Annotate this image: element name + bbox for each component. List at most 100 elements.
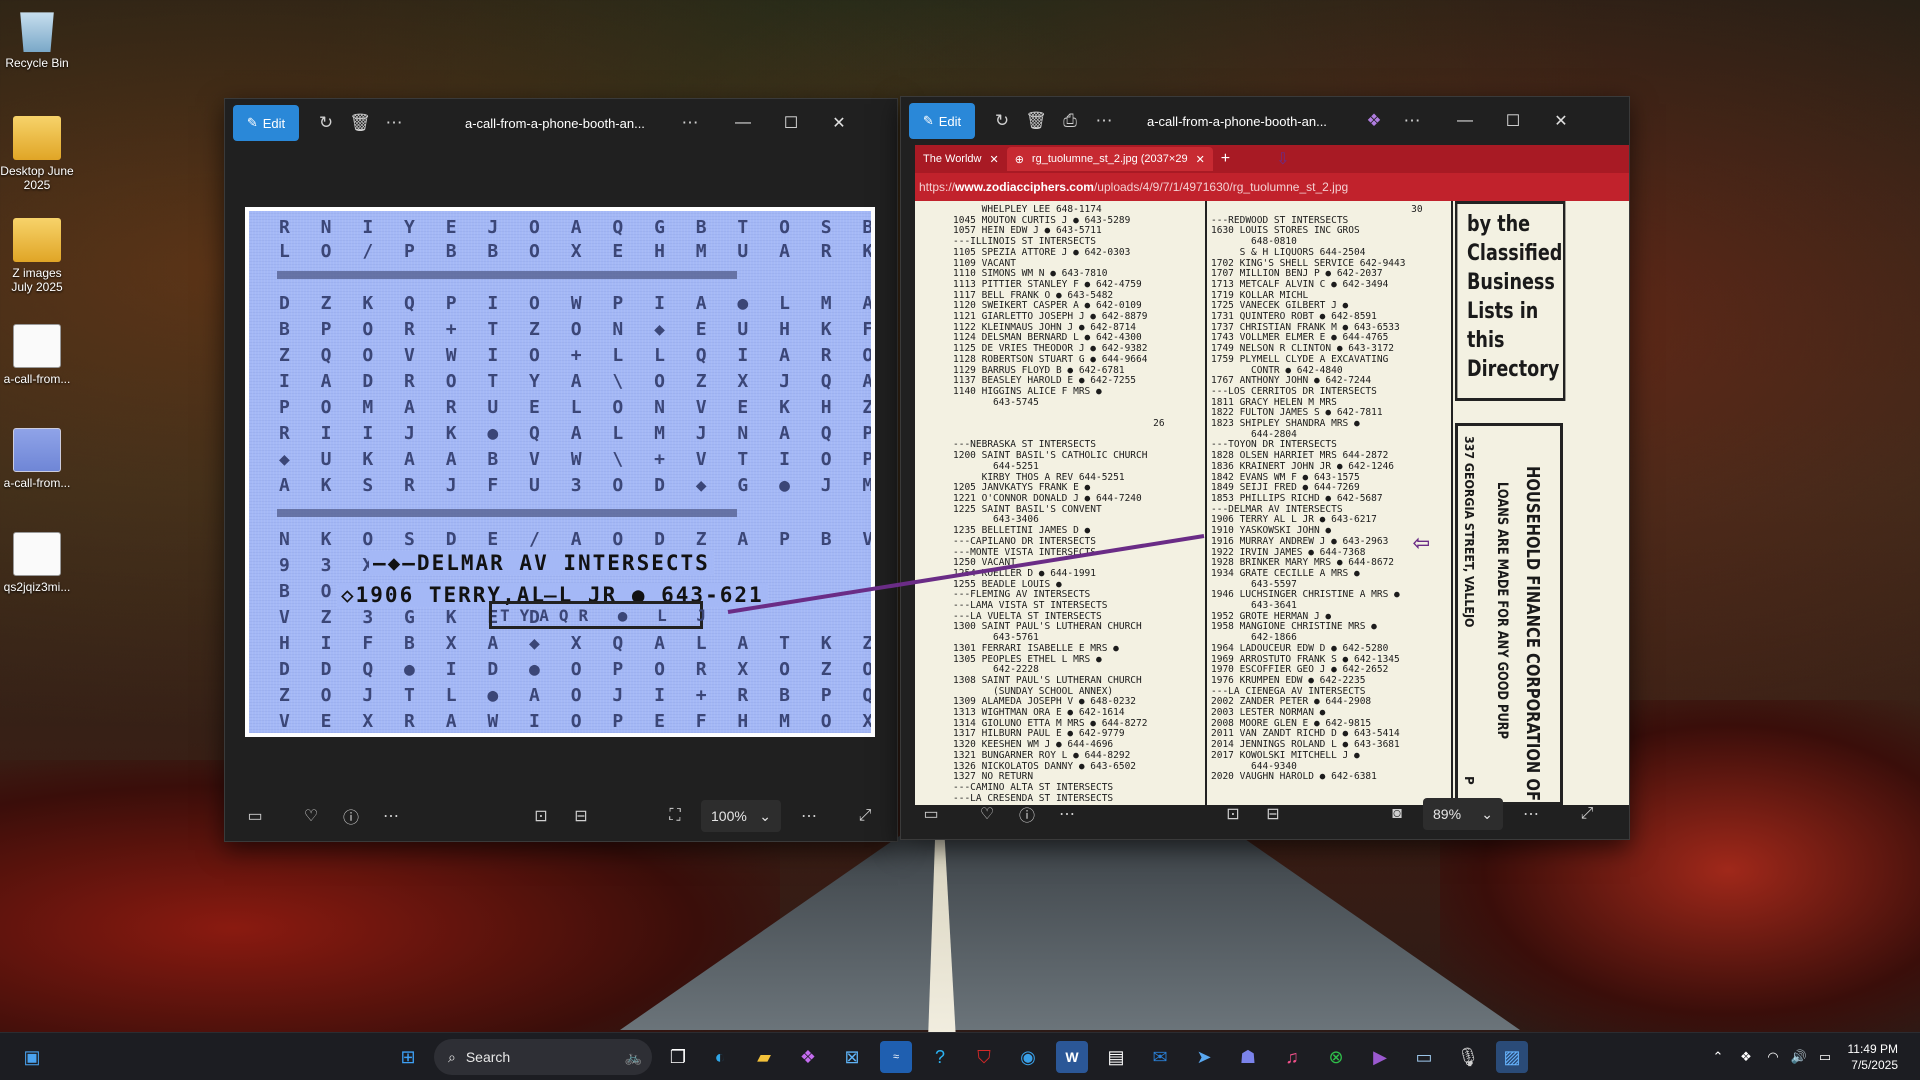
bicycle-icon: 🚲	[624, 1048, 642, 1065]
desktop-icon-image-3[interactable]: qs2jqiz3mi...	[0, 532, 74, 594]
actual-size-icon[interactable]: ◙	[1377, 796, 1417, 832]
rotate-icon[interactable]: ↻	[985, 104, 1019, 138]
xbox-icon[interactable]: ⊗	[1320, 1041, 1352, 1073]
cipher-row: R N I Y E J O A Q G B T O S B	[279, 217, 875, 238]
minimize-button[interactable]: —	[1441, 101, 1489, 141]
delete-icon[interactable]: 🗑	[343, 106, 377, 140]
start-button-icon[interactable]: ⊞	[392, 1041, 424, 1073]
rotate-icon[interactable]: ↻	[309, 106, 343, 140]
edit-icon: ✎	[246, 115, 258, 130]
security-app-icon[interactable]: ⛉	[968, 1041, 1000, 1073]
delete-icon[interactable]: 🗑	[1019, 104, 1053, 138]
music-icon[interactable]: ♫	[1276, 1041, 1308, 1073]
store-icon[interactable]: ⊠	[836, 1041, 868, 1073]
more-options-icon[interactable]: ⋯	[1047, 796, 1087, 832]
cipher-row: Z Q O V W I O + L L Q I A R O H	[279, 345, 875, 366]
volume-icon[interactable]: 🔊	[1786, 1049, 1812, 1065]
teams-icon[interactable]: ☗	[1232, 1041, 1264, 1073]
edge-icon[interactable]: ◐	[704, 1041, 736, 1073]
paper-plane-icon[interactable]: ➤	[1188, 1041, 1220, 1073]
image-thumbnail-icon	[13, 428, 61, 472]
word-icon[interactable]: W	[1056, 1041, 1088, 1073]
maximize-button[interactable]: ☐	[767, 103, 815, 143]
desktop-icon-recycle-bin[interactable]: Recycle Bin	[0, 8, 74, 70]
print-icon[interactable]: ⎙	[1053, 104, 1087, 138]
desktop-icon-label: a-call-from...	[3, 476, 71, 490]
desktop-icon-folder-july[interactable]: Z images July 2025	[0, 218, 74, 294]
more-options-icon[interactable]: ⋯	[673, 106, 707, 140]
more-options-icon[interactable]: ⋯	[1087, 104, 1121, 138]
help-icon[interactable]: ?	[924, 1041, 956, 1073]
maximize-button[interactable]: ☐	[1489, 101, 1537, 141]
battery-icon[interactable]: ▭	[1812, 1049, 1838, 1065]
zoom-value: 89%	[1433, 806, 1462, 822]
zoom-select[interactable]: 100% ⌄	[701, 800, 781, 832]
filmstrip-icon[interactable]: ▭	[235, 798, 275, 834]
copilot-icon[interactable]: ❖	[792, 1041, 824, 1073]
more-options-icon[interactable]: ⋯	[1395, 104, 1429, 138]
photos-icon[interactable]: ▨	[1496, 1041, 1528, 1073]
file-explorer-icon[interactable]: ▰	[748, 1041, 780, 1073]
info-icon[interactable]: ⓘ	[331, 798, 371, 834]
filmstrip-icon[interactable]: ▭	[911, 796, 951, 832]
fullscreen-icon[interactable]: ⤢	[1567, 796, 1607, 832]
fit-to-window-icon[interactable]: ⛶	[655, 798, 695, 834]
app-icon[interactable]: ≈	[880, 1041, 912, 1073]
task-view-icon[interactable]: ❐	[662, 1041, 694, 1073]
household-finance-ad: HOUSEHOLD FINANCE CORPORATION OF VA LOAN…	[1455, 423, 1563, 805]
cipher-row: A K S R J F U 3 O D ◆ G ● J M	[279, 475, 875, 496]
edit-button[interactable]: ✎ Edit	[909, 103, 975, 139]
zoom-value: 100%	[711, 808, 747, 824]
video-editor-icon[interactable]: ▶	[1364, 1041, 1396, 1073]
remote-desktop-icon[interactable]: ▭	[1408, 1041, 1440, 1073]
close-button[interactable]: ✕	[815, 103, 863, 143]
cipher-row: B P O R + T Z O N ◆ E U H K F	[279, 319, 875, 340]
minimize-button[interactable]: —	[719, 103, 767, 143]
desktop-icon-label: Z images July 2025	[11, 266, 63, 294]
wifi-icon[interactable]: ◠	[1760, 1049, 1786, 1065]
zoom-select[interactable]: 89% ⌄	[1423, 798, 1503, 830]
widgets-icon[interactable]: ▣	[16, 1041, 48, 1073]
desktop-icon-label: Recycle Bin	[5, 56, 69, 70]
info-icon[interactable]: ⓘ	[1007, 796, 1047, 832]
desktop-icon-image-1[interactable]: a-call-from...	[0, 324, 74, 386]
favorite-icon[interactable]: ♡	[291, 798, 331, 834]
desktop-icon-folder-june[interactable]: Desktop June 2025	[0, 116, 74, 192]
folder-icon	[13, 116, 61, 160]
edit-icon: ✎	[922, 113, 934, 128]
dropbox-icon[interactable]: ❖	[1732, 1049, 1760, 1065]
text-recognition-icon[interactable]: ⊟	[561, 798, 601, 834]
outlook-icon[interactable]: ✉	[1144, 1041, 1176, 1073]
copilot-icon[interactable]: ❖	[1357, 104, 1391, 138]
visual-search-icon[interactable]: ⊡	[521, 798, 561, 834]
more-options-icon[interactable]: ⋯	[1511, 796, 1551, 832]
document-thumbnail-icon	[13, 532, 61, 576]
edit-label: Edit	[262, 115, 286, 131]
desktop-icon-image-2[interactable]: a-call-from...	[0, 428, 74, 490]
more-options-icon[interactable]: ⋯	[789, 798, 829, 834]
favorite-icon[interactable]: ♡	[967, 796, 1007, 832]
browser-tab[interactable]: The Worldw ✕	[915, 147, 1007, 171]
edit-button[interactable]: ✎ Edit	[233, 105, 299, 141]
new-tab-icon[interactable]: +	[1213, 147, 1238, 171]
chevron-up-icon[interactable]: ⌃	[1704, 1049, 1732, 1065]
taskbar-search[interactable]: ⌕ Search 🚲	[434, 1039, 652, 1075]
more-options-icon[interactable]: ⋯	[377, 106, 411, 140]
ad-address: 337 GEORGIA STREET, VALLEJO	[1462, 436, 1476, 628]
visual-search-icon[interactable]: ⊡	[1213, 796, 1253, 832]
cipher-row: D D Q ● I D ● O P O R X O Z O	[279, 659, 875, 680]
notepad-icon[interactable]: ▤	[1100, 1041, 1132, 1073]
more-options-icon[interactable]: ⋯	[371, 798, 411, 834]
cipher-row: N K O S D E / A O D Z A P B V	[279, 529, 875, 550]
window-title: a-call-from-a-phone-booth-an...	[1147, 113, 1327, 129]
browser-icon[interactable]: ◉	[1012, 1041, 1044, 1073]
close-button[interactable]: ✕	[1537, 101, 1585, 141]
ad-subtitle: LOANS ARE MADE FOR ANY GOOD PURP	[1494, 482, 1510, 740]
clock[interactable]: 11:49 PM 7/5/2025	[1848, 1041, 1898, 1073]
search-label: Search	[465, 1049, 511, 1065]
text-recognition-icon[interactable]: ⊟	[1253, 796, 1293, 832]
microphone-icon[interactable]: 🎙	[1452, 1041, 1484, 1073]
browser-tab-active[interactable]: ⊕ rg_tuolumne_st_2.jpg (2037×29 ✕	[1006, 147, 1213, 171]
url-prefix: https://	[919, 180, 956, 194]
fullscreen-icon[interactable]: ⤢	[845, 798, 885, 834]
